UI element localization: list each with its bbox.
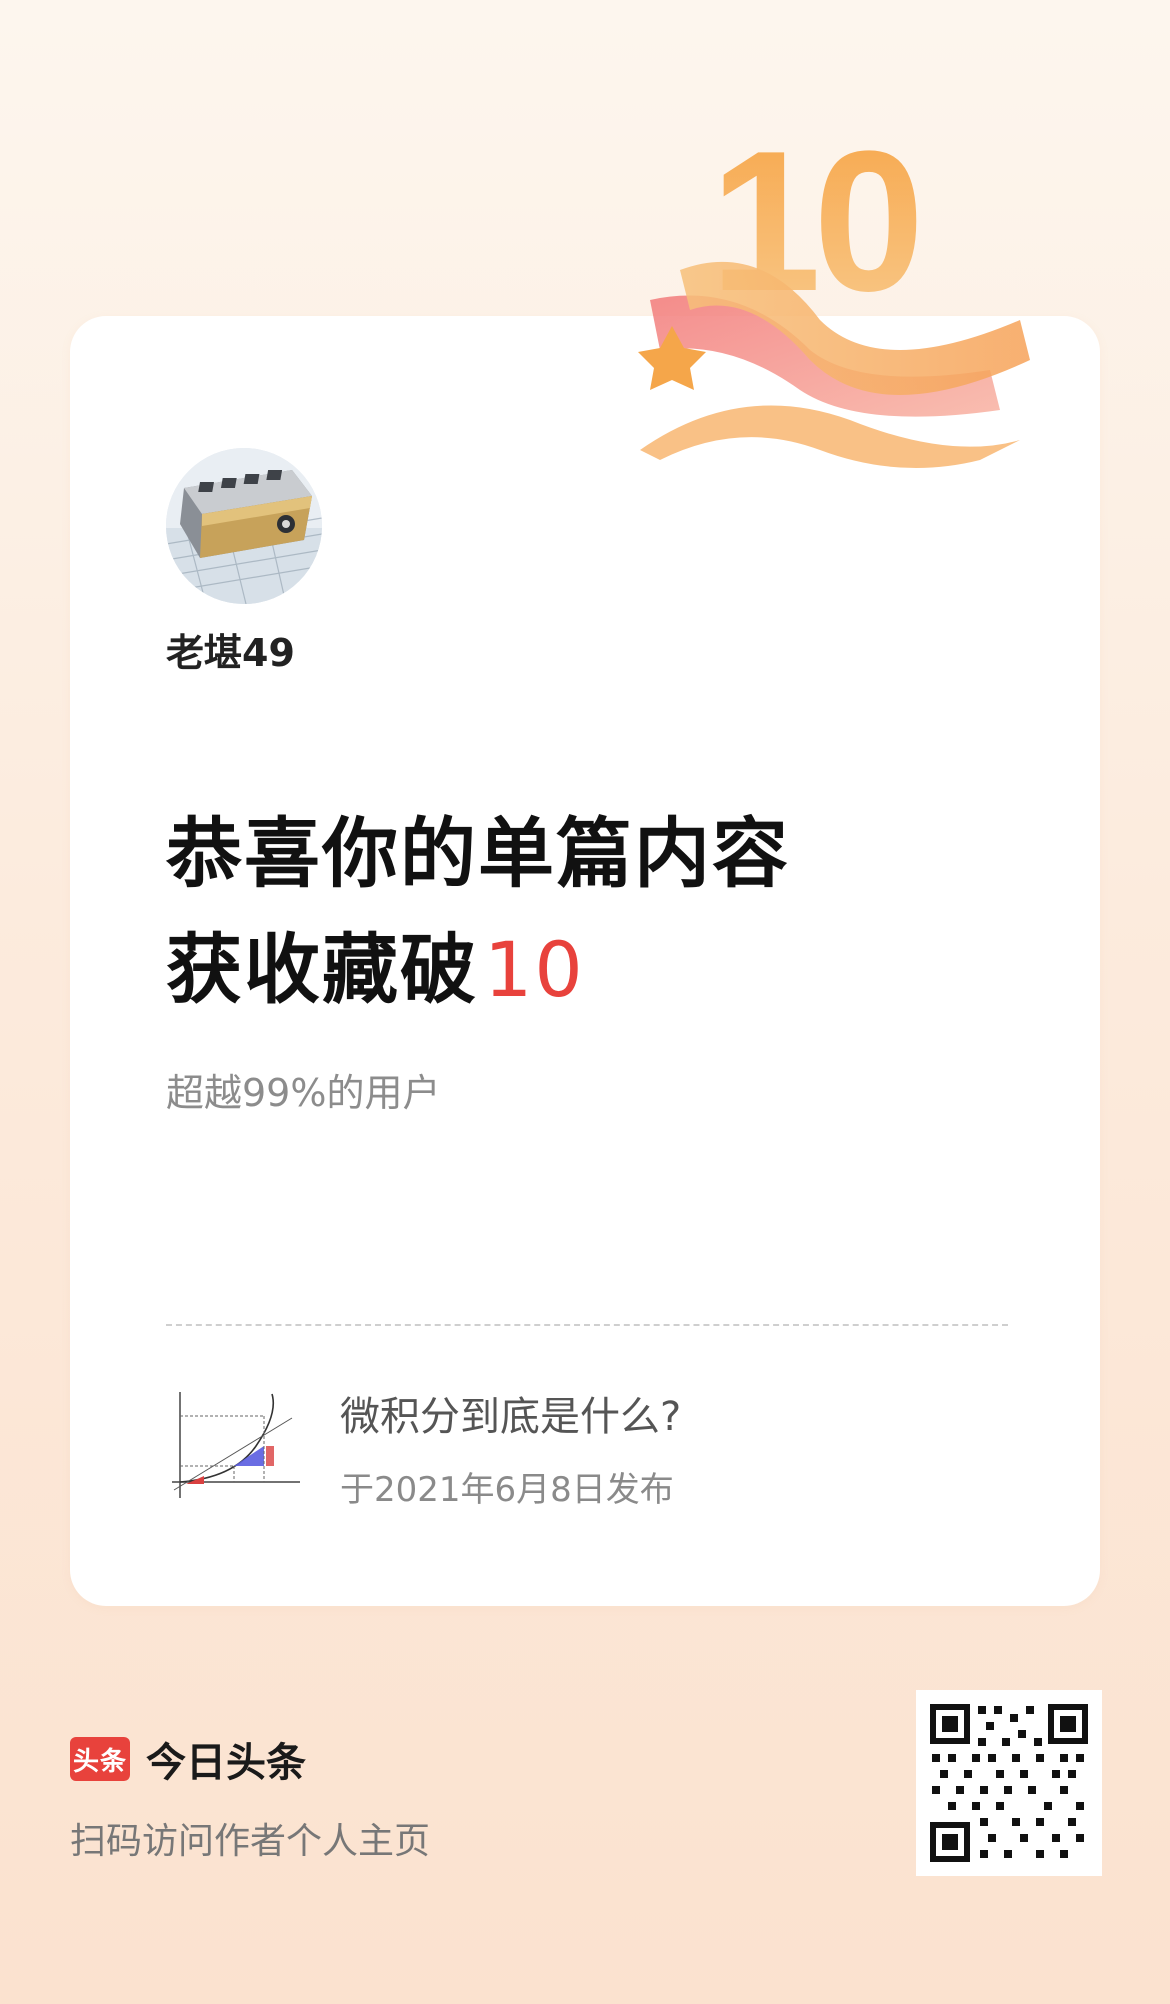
qr-code[interactable] [916,1690,1102,1876]
achievement-card: 老堪49 恭喜你的单篇内容 获收藏破10 超越99%的用户 微积分到底是什么? … [70,316,1100,1606]
qr-code-icon [926,1700,1092,1866]
headline-line-1: 恭喜你的单篇内容 [166,809,790,898]
harmonica-image [166,448,322,604]
headline-number: 10 [484,925,585,1014]
derivative-graph-image [172,1392,300,1498]
dashed-divider [166,1324,1008,1326]
brand-block[interactable]: 头条 今日头条 [70,1730,306,1788]
headline-line-2: 获收藏破10 [166,912,790,1028]
brand-name: 今日头条 [146,1740,306,1786]
achievement-headline: 恭喜你的单篇内容 获收藏破10 [166,796,790,1028]
author-name[interactable]: 老堪49 [166,622,295,677]
headline-line-2-text: 获收藏破 [166,925,478,1014]
article-thumbnail[interactable] [164,1386,304,1506]
toutiao-logo-icon: 头条 [70,1737,130,1781]
article-publish-date: 于2021年6月8日发布 [340,1470,674,1510]
author-avatar[interactable] [166,448,322,604]
ranking-subline: 超越99%的用户 [166,1071,441,1115]
milestone-badge: 10 [620,110,1040,480]
ribbon-badge-icon: 10 [638,110,1030,468]
article-title[interactable]: 微积分到底是什么? [340,1384,681,1442]
scan-hint: 扫码访问作者个人主页 [70,1821,431,1862]
